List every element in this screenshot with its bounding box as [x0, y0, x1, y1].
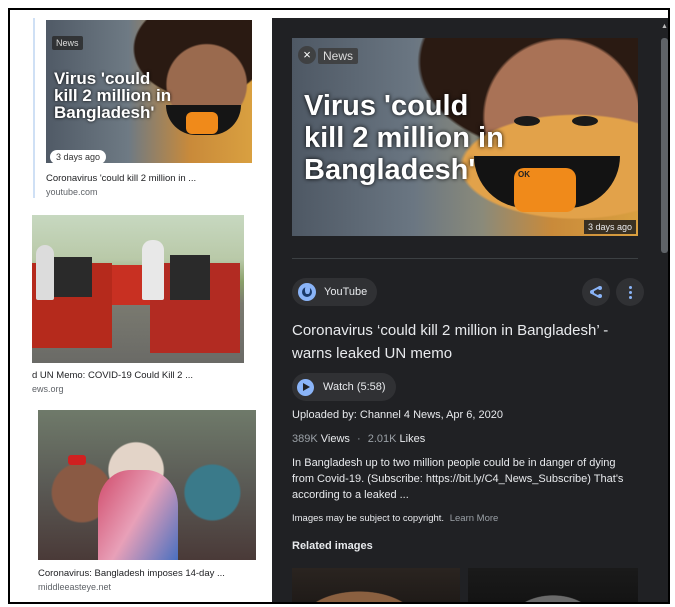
related-image-1[interactable] [292, 568, 460, 602]
result-source-3: middleeasteye.net [38, 582, 112, 592]
upload-info: Uploaded by: Channel 4 News, Apr 6, 2020 [292, 409, 503, 421]
source-name: YouTube [324, 286, 368, 298]
scrollbar-thumb[interactable] [661, 38, 668, 253]
result-source-1: youtube.com [46, 187, 98, 197]
likes-label: Likes [399, 433, 426, 445]
result-source-2: ews.org [32, 384, 64, 394]
more-vert-icon [628, 285, 632, 299]
more-options-button[interactable] [616, 278, 644, 306]
source-chip[interactable]: YouTube [292, 278, 378, 306]
scroll-up-arrow[interactable]: ▲ [661, 22, 668, 32]
result-caption-1[interactable]: Coronavirus 'could kill 2 million in ... [46, 173, 196, 184]
views-label: Views [320, 433, 350, 445]
age-badge: 3 days ago [583, 220, 636, 234]
thumbnail-headline: Virus 'could kill 2 million in Banglades… [54, 69, 172, 122]
result-thumbnail-2[interactable] [32, 215, 244, 363]
close-icon[interactable]: × [298, 46, 316, 64]
learn-more-link[interactable]: Learn More [450, 513, 499, 524]
copyright-text: Images may be subject to copyright. [292, 513, 445, 524]
age-badge: 3 days ago [50, 150, 107, 163]
stats-line: 389K Views · 2.01K Likes [292, 433, 425, 445]
watch-button[interactable]: Watch (5:58) [292, 373, 396, 401]
preview-image[interactable]: × News Virus 'could kill 2 million in Ba… [292, 38, 638, 236]
divider [292, 258, 638, 259]
result-thumbnail-3[interactable] [38, 410, 256, 560]
share-icon [590, 285, 602, 298]
likes-count: 2.01K [367, 433, 397, 445]
preview-headline: Virus 'could kill 2 million in Banglades… [304, 90, 504, 186]
selected-indicator [33, 18, 35, 198]
result-caption-2[interactable]: d UN Memo: COVID-19 Could Kill 2 ... [32, 370, 193, 381]
result-thumbnail-1[interactable]: News Virus 'could kill 2 million in Bang… [46, 20, 252, 163]
news-tag: News [52, 36, 83, 50]
stats-separator: · [356, 433, 361, 445]
news-tag: News [318, 48, 359, 64]
share-button[interactable] [582, 278, 610, 306]
globe-icon [298, 283, 316, 301]
views-count: 389K [292, 433, 318, 445]
screenshot-frame: News Virus 'could kill 2 million in Bang… [8, 8, 670, 604]
result-title[interactable]: Coronavirus ‘could kill 2 million in Ban… [292, 319, 642, 365]
description: In Bangladesh up to two million people c… [292, 457, 624, 501]
copyright-notice: Images may be subject to copyright. Lear… [292, 513, 498, 524]
watch-label: Watch (5:58) [323, 381, 386, 393]
result-caption-3[interactable]: Coronavirus: Bangladesh imposes 14-day .… [38, 568, 225, 579]
related-image-2[interactable] [468, 568, 638, 602]
image-results-column: News Virus 'could kill 2 million in Bang… [10, 10, 272, 602]
image-detail-panel: ▲ × News Virus 'could kill 2 million in … [272, 18, 668, 602]
play-icon [297, 378, 314, 396]
related-images-heading: Related images [292, 540, 373, 552]
